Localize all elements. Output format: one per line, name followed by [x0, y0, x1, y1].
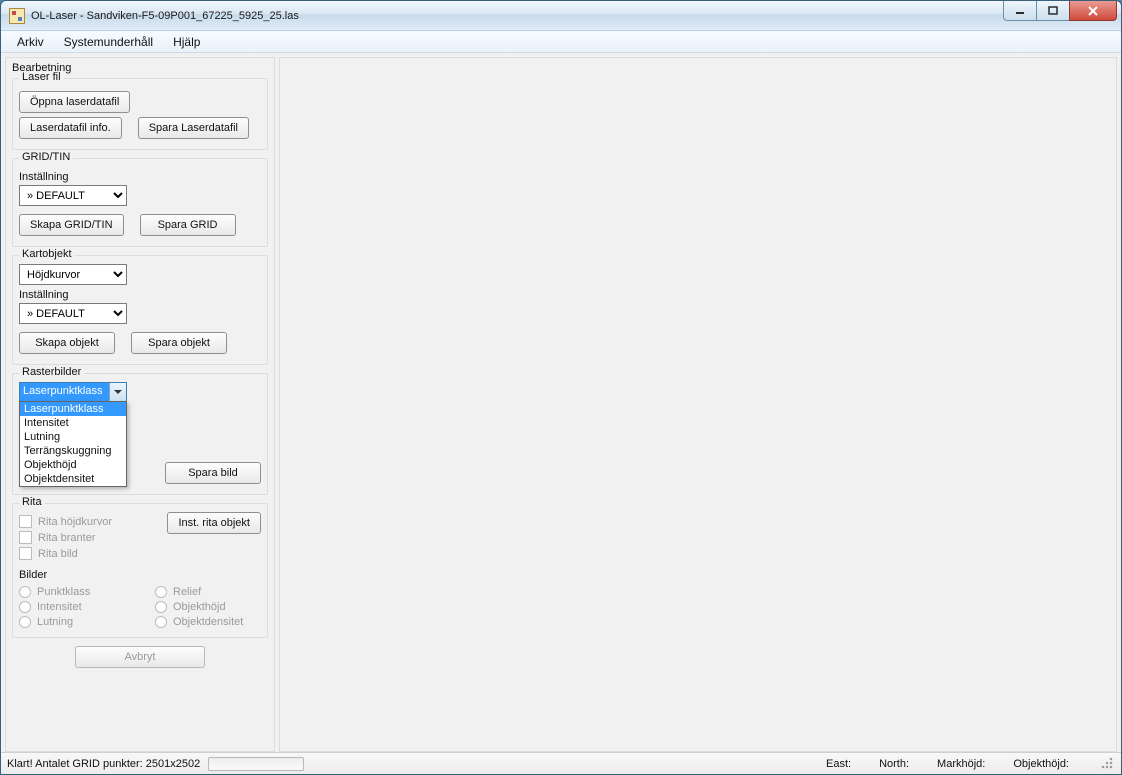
kartobjekt-installning-select[interactable]: » DEFAULT: [19, 303, 127, 324]
group-laserfil: Laser fil Öppna laserdatafil Laserdatafi…: [12, 78, 268, 150]
checkbox-icon: [19, 515, 32, 528]
radio-icon: [19, 586, 31, 598]
open-laserdatafil-button[interactable]: Öppna laserdatafil: [19, 91, 130, 113]
group-rasterbilder: Rasterbilder Laserpunktklass Laserpunktk…: [12, 373, 268, 495]
rasterbilder-type-select[interactable]: Laserpunktklass: [19, 382, 127, 402]
radio-icon: [155, 586, 167, 598]
titlebar: OL-Laser - Sandviken-F5-09P001_67225_592…: [1, 1, 1121, 31]
radio-objektdensitet-label: Objektdensitet: [173, 616, 243, 628]
group-rasterbilder-title: Rasterbilder: [19, 366, 84, 378]
rasterbilder-selected-text: Laserpunktklass: [20, 383, 109, 401]
chk-rita-branter: Rita branter: [19, 531, 112, 544]
minimize-button[interactable]: [1003, 1, 1037, 21]
dropdown-item-lutning[interactable]: Lutning: [20, 430, 126, 444]
status-markhojd-label: Markhöjd:: [937, 758, 985, 770]
statusbar: Klart! Antalet GRID punkter: 2501x2502 E…: [1, 752, 1121, 774]
spara-grid-button[interactable]: Spara GRID: [140, 214, 236, 236]
spara-objekt-button[interactable]: Spara objekt: [131, 332, 227, 354]
radio-icon: [19, 616, 31, 628]
group-laserfil-title: Laser fil: [19, 71, 64, 83]
radio-icon: [155, 616, 167, 628]
group-kartobjekt-title: Kartobjekt: [19, 248, 75, 260]
chk-rita-hojdkurvor-label: Rita höjdkurvor: [38, 516, 112, 528]
menubar: Arkiv Systemunderhåll Hjälp: [1, 31, 1121, 53]
radio-punktklass: Punktklass: [19, 586, 125, 598]
app-window: OL-Laser - Sandviken-F5-09P001_67225_592…: [0, 0, 1122, 775]
menu-systemunderhall[interactable]: Systemunderhåll: [54, 33, 163, 51]
progress-bar: [208, 757, 304, 771]
menu-hjalp[interactable]: Hjälp: [163, 33, 210, 51]
kartobjekt-installning-label: Inställning: [19, 289, 261, 301]
radio-intensitet: Intensitet: [19, 601, 125, 613]
dropdown-item-laserpunktklass[interactable]: Laserpunktklass: [20, 402, 126, 416]
radio-intensitet-label: Intensitet: [37, 601, 82, 613]
dropdown-item-objektdensitet[interactable]: Objektdensitet: [20, 472, 126, 486]
canvas-area: [279, 57, 1117, 752]
status-north-label: North:: [879, 758, 909, 770]
radio-relief-label: Relief: [173, 586, 201, 598]
resize-grip-icon[interactable]: [1101, 757, 1115, 771]
radio-objekthojd-label: Objekthöjd: [173, 601, 226, 613]
radio-lutning-label: Lutning: [37, 616, 73, 628]
spara-laserdatafil-button[interactable]: Spara Laserdatafil: [138, 117, 249, 139]
window-controls: [1004, 1, 1117, 21]
checkbox-icon: [19, 547, 32, 560]
rasterbilder-dropdown-list: Laserpunktklass Intensitet Lutning Terrä…: [19, 401, 127, 487]
group-kartobjekt: Kartobjekt Höjdkurvor Inställning » DEFA…: [12, 255, 268, 365]
radio-icon: [155, 601, 167, 613]
kartobjekt-type-select[interactable]: Höjdkurvor: [19, 264, 127, 285]
chk-rita-bild: Rita bild: [19, 547, 112, 560]
radio-lutning: Lutning: [19, 616, 125, 628]
radio-icon: [19, 601, 31, 613]
close-button[interactable]: [1069, 1, 1117, 21]
bilder-title: Bilder: [19, 569, 261, 581]
menu-arkiv[interactable]: Arkiv: [7, 33, 54, 51]
chk-rita-branter-label: Rita branter: [38, 532, 95, 544]
chk-rita-hojdkurvor: Rita höjdkurvor: [19, 515, 112, 528]
group-gridtin: GRID/TIN Inställning » DEFAULT Skapa GRI…: [12, 158, 268, 247]
checkbox-icon: [19, 531, 32, 544]
app-icon: [9, 8, 25, 24]
status-east-label: East:: [826, 758, 851, 770]
group-rita: Rita Rita höjdkurvor Rita branter: [12, 503, 268, 638]
dropdown-item-objekthojd[interactable]: Objekthöjd: [20, 458, 126, 472]
laserdatafil-info-button[interactable]: Laserdatafil info.: [19, 117, 122, 139]
chevron-down-icon[interactable]: [109, 383, 126, 401]
radio-punktklass-label: Punktklass: [37, 586, 90, 598]
maximize-button[interactable]: [1036, 1, 1070, 21]
radio-objektdensitet: Objektdensitet: [155, 616, 261, 628]
left-panel: Bearbetning Laser fil Öppna laserdatafil…: [5, 57, 275, 752]
skapa-objekt-button[interactable]: Skapa objekt: [19, 332, 115, 354]
dropdown-item-intensitet[interactable]: Intensitet: [20, 416, 126, 430]
dropdown-item-terrangskuggning[interactable]: Terrängskuggning: [20, 444, 126, 458]
avbryt-button: Avbryt: [75, 646, 205, 668]
gridtin-installning-select[interactable]: » DEFAULT: [19, 185, 127, 206]
status-objekthojd-label: Objekthöjd:: [1013, 758, 1069, 770]
radio-relief: Relief: [155, 586, 261, 598]
group-rita-title: Rita: [19, 496, 45, 508]
skapa-gridtin-button[interactable]: Skapa GRID/TIN: [19, 214, 124, 236]
gridtin-installning-label: Inställning: [19, 171, 261, 183]
group-gridtin-title: GRID/TIN: [19, 151, 73, 163]
spara-bild-button[interactable]: Spara bild: [165, 462, 261, 484]
chk-rita-bild-label: Rita bild: [38, 548, 78, 560]
radio-objekthojd: Objekthöjd: [155, 601, 261, 613]
content-area: Bearbetning Laser fil Öppna laserdatafil…: [1, 53, 1121, 752]
inst-rita-objekt-button[interactable]: Inst. rita objekt: [167, 512, 261, 534]
window-title: OL-Laser - Sandviken-F5-09P001_67225_592…: [31, 10, 299, 22]
status-message: Klart! Antalet GRID punkter: 2501x2502: [7, 758, 200, 770]
